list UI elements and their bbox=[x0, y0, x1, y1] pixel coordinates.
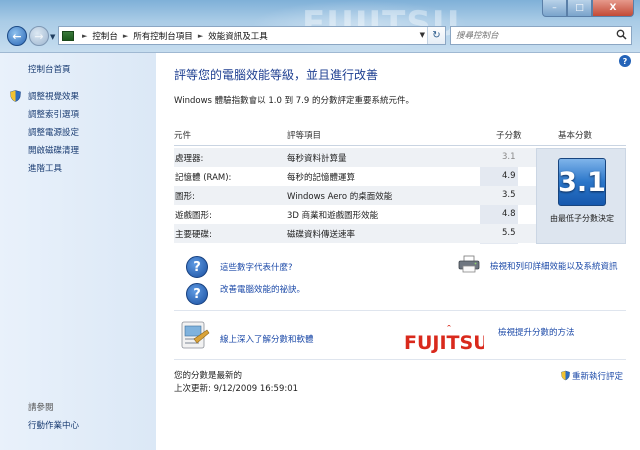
forward-button[interactable]: → bbox=[29, 26, 49, 46]
question-icon: ? bbox=[186, 256, 208, 278]
score-table: 處理器: 每秒資料計算量 3.1 記憶體 (RAM): 每秒的記憶體運算 4.9… bbox=[174, 148, 536, 244]
search-input[interactable] bbox=[456, 28, 616, 43]
breadcrumb-separator[interactable]: ► bbox=[82, 32, 87, 40]
score-status: 您的分數是最新的 bbox=[174, 371, 243, 381]
rated-item: 3D 商業和遊戲圖形效能 bbox=[287, 211, 379, 221]
what-mean-link[interactable]: 這些數字代表什麼? bbox=[220, 261, 293, 273]
shield-icon bbox=[561, 370, 570, 381]
sidebar-item-visual-effects[interactable]: 調整視覺效果 bbox=[28, 90, 79, 102]
column-component: 元件 bbox=[174, 131, 192, 141]
page-title: 評等您的電腦效能等級，並且進行改善 bbox=[174, 68, 379, 82]
sidebar-item-power[interactable]: 調整電源設定 bbox=[28, 126, 79, 138]
see-also-heading: 請參閱 bbox=[28, 403, 54, 413]
help-icon[interactable]: ? bbox=[619, 55, 631, 67]
subscore-value: 4.8 bbox=[502, 209, 516, 219]
component-label: 處理器: bbox=[175, 154, 204, 164]
learn-software-link[interactable]: 線上深入了解分數和軟體 bbox=[220, 333, 314, 345]
tips-link[interactable]: 改善電腦效能的祕訣。 bbox=[220, 283, 305, 295]
table-row: 主要硬碟: 磁碟資料傳送速率 5.5 bbox=[174, 224, 536, 243]
score-table-header: 元件 評等項目 子分數 基本分數 bbox=[174, 129, 626, 142]
subscore-value: 3.1 bbox=[502, 152, 516, 162]
sidebar-item-home[interactable]: 控制台首頁 bbox=[28, 63, 71, 75]
table-row: 處理器: 每秒資料計算量 3.1 bbox=[174, 148, 536, 167]
magnifier-icon[interactable] bbox=[616, 29, 627, 43]
software-icon bbox=[181, 321, 210, 349]
column-base-score: 基本分數 bbox=[558, 131, 593, 141]
rerun-assessment-link[interactable]: 重新執行評定 bbox=[572, 370, 623, 382]
breadcrumb-separator[interactable]: ► bbox=[198, 32, 203, 40]
base-score-caption: 由最低子分數決定 bbox=[550, 214, 614, 223]
refresh-icon[interactable]: ↻ bbox=[427, 27, 445, 44]
recent-pages-dropdown[interactable]: ▼ bbox=[50, 33, 55, 41]
breadcrumb-item-performance[interactable]: 效能資訊及工具 bbox=[208, 30, 268, 42]
page-subtitle: Windows 體驗指數會以 1.0 到 7.9 的分數評定重要系統元件。 bbox=[174, 96, 414, 106]
last-update: 上次更新: 9/12/2009 16:59:01 bbox=[174, 384, 299, 394]
window-controls: – □ X bbox=[542, 0, 634, 17]
table-row: 圖形: Windows Aero 的桌面效能 3.5 bbox=[174, 186, 536, 205]
breadcrumb-item-all-items[interactable]: 所有控制台項目 bbox=[133, 30, 193, 42]
column-subscore: 子分數 bbox=[496, 131, 522, 141]
fujitsu-logo: FUJITSU bbox=[404, 325, 484, 353]
rated-item: 每秒資料計算量 bbox=[287, 154, 347, 164]
table-row: 遊戲圖形: 3D 商業和遊戲圖形效能 4.8 bbox=[174, 205, 536, 224]
main-content: ? 評等您的電腦效能等級，並且進行改善 Windows 體驗指數會以 1.0 到… bbox=[156, 52, 640, 450]
rated-item: 磁碟資料傳送速率 bbox=[287, 230, 356, 240]
view-print-details-link[interactable]: 檢視和列印詳細效能以及系統資訊 bbox=[490, 260, 618, 272]
breadcrumb: ► 控制台 ► 所有控制台項目 ► 效能資訊及工具 bbox=[77, 30, 268, 42]
address-dropdown-icon[interactable]: ▼ bbox=[420, 31, 425, 39]
address-bar[interactable]: ► 控制台 ► 所有控制台項目 ► 效能資訊及工具 ▼ ↻ bbox=[58, 26, 446, 45]
base-score-badge: 3.1 bbox=[558, 158, 606, 206]
subscore-value: 4.9 bbox=[502, 171, 516, 181]
component-label: 遊戲圖形: bbox=[175, 211, 212, 221]
breadcrumb-separator[interactable]: ► bbox=[123, 32, 128, 40]
sidebar: 控制台首頁 調整視覺效果 調整索引選項 調整電源設定 開啟磁碟清理 進階工具 請… bbox=[0, 52, 156, 450]
improve-score-link[interactable]: 檢視提升分數的方法 bbox=[498, 326, 575, 338]
header-divider bbox=[174, 145, 626, 146]
sidebar-item-disk-cleanup[interactable]: 開啟磁碟清理 bbox=[28, 144, 79, 156]
printer-icon bbox=[458, 255, 480, 273]
table-row: 記憶體 (RAM): 每秒的記憶體運算 4.9 bbox=[174, 167, 536, 186]
minimize-button[interactable]: – bbox=[542, 0, 567, 17]
subscore-value: 3.5 bbox=[502, 190, 516, 200]
rated-item: 每秒的記憶體運算 bbox=[287, 173, 356, 183]
base-score-panel: 3.1 由最低子分數決定 bbox=[536, 148, 626, 244]
component-label: 記憶體 (RAM): bbox=[175, 173, 232, 183]
maximize-button[interactable]: □ bbox=[567, 0, 592, 17]
column-rated: 評等項目 bbox=[287, 131, 322, 141]
sidebar-item-advanced-tools[interactable]: 進階工具 bbox=[28, 162, 62, 174]
close-button[interactable]: X bbox=[592, 0, 634, 17]
sidebar-item-indexing[interactable]: 調整索引選項 bbox=[28, 108, 79, 120]
component-label: 主要硬碟: bbox=[175, 230, 212, 240]
shield-icon bbox=[10, 90, 21, 102]
svg-text:FUJITSU: FUJITSU bbox=[404, 332, 484, 353]
control-panel-icon bbox=[62, 30, 74, 41]
question-icon: ? bbox=[186, 283, 208, 305]
breadcrumb-item-control-panel[interactable]: 控制台 bbox=[92, 30, 118, 42]
subscore-value: 5.5 bbox=[502, 228, 516, 238]
section-divider bbox=[174, 359, 626, 360]
section-divider bbox=[174, 310, 626, 311]
rated-item: Windows Aero 的桌面效能 bbox=[287, 192, 393, 202]
component-label: 圖形: bbox=[175, 192, 195, 202]
back-button[interactable]: ← bbox=[7, 26, 27, 46]
sidebar-item-action-center[interactable]: 行動作業中心 bbox=[28, 419, 79, 431]
search-box[interactable] bbox=[450, 26, 632, 45]
